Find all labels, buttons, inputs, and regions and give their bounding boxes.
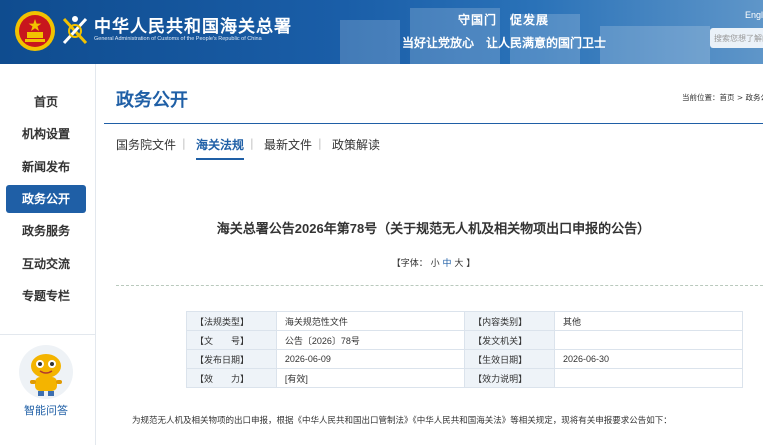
tab-latest-documents[interactable]: 最新文件 <box>264 136 312 160</box>
meta-value <box>553 330 744 350</box>
meta-key: 【效力说明】 <box>464 368 555 388</box>
document-metadata-table: 【法规类型】 海关规范性文件 【内容类别】 其他 【文 号】 公告〔2026〕7… <box>186 311 744 388</box>
table-row: 【发布日期】 2026-06-09 【生效日期】 2026-06-30 <box>186 349 744 369</box>
sidebar-item-news[interactable]: 新闻发布 <box>6 153 86 181</box>
font-size-large[interactable]: 大 <box>454 259 463 269</box>
meta-value: 2026-06-09 <box>275 349 466 369</box>
breadcrumb[interactable]: 当前位置：首页 > 政务公 <box>682 92 763 103</box>
national-emblem-icon[interactable] <box>14 10 56 52</box>
dashed-divider <box>116 285 763 286</box>
sidebar-item-government-affairs[interactable]: 政务公开 <box>6 185 86 213</box>
tab-customs-regulations[interactable]: 海关法规 <box>196 136 245 160</box>
document-body-first-line: 为规范无人机及相关物项的出口申报，根据《中华人民共和国出口管制法》《中华人民共和… <box>132 416 672 426</box>
meta-key: 【生效日期】 <box>464 349 555 369</box>
document-title: 海关总署公告2026年第78号（关于规范无人机及相关物项出口申报的公告） <box>216 221 651 236</box>
table-row: 【法规类型】 海关规范性文件 【内容类别】 其他 <box>186 311 744 331</box>
tab-separator: | <box>182 137 186 150</box>
sidebar-item-topics[interactable]: 专题专栏 <box>6 282 86 310</box>
page-title: 政务公开 <box>116 90 188 111</box>
meta-value: 其他 <box>553 311 744 331</box>
meta-key: 【内容类别】 <box>464 311 555 331</box>
meta-key: 【法规类型】 <box>186 311 277 331</box>
meta-value <box>553 368 744 388</box>
slogan-line2: 当好让党放心 让人民满意的国门卫士 <box>402 36 607 50</box>
tab-separator: | <box>318 137 322 150</box>
meta-value: 海关规范性文件 <box>275 311 466 331</box>
tab-state-council-documents[interactable]: 国务院文件 <box>116 136 176 160</box>
site-header: 中华人民共和国海关总署 General Administration of Cu… <box>0 0 763 64</box>
meta-value: 2026-06-30 <box>553 349 744 369</box>
org-name-cn[interactable]: 中华人民共和国海关总署 <box>94 12 292 37</box>
sidebar: 首页 机构设置 新闻发布 政务公开 政务服务 互动交流 专题专栏 智能问答 <box>0 64 96 445</box>
assistant-mascot-icon[interactable] <box>18 344 74 400</box>
font-size-small[interactable]: 小 <box>431 259 440 269</box>
meta-key: 【发文机关】 <box>464 330 555 350</box>
sidebar-item-home[interactable]: 首页 <box>6 88 86 116</box>
sidebar-item-interaction[interactable]: 互动交流 <box>6 250 86 278</box>
meta-value: [有效] <box>275 368 466 388</box>
font-size-prefix: 【字体： <box>391 259 428 269</box>
font-size-suffix: 】 <box>466 259 476 269</box>
sidebar-divider <box>0 334 96 335</box>
assistant-label[interactable]: 智能问答 <box>0 402 92 418</box>
sidebar-item-organization[interactable]: 机构设置 <box>6 120 86 148</box>
meta-key: 【效 力】 <box>186 368 277 388</box>
search-input[interactable]: 搜索您想了解的 <box>710 28 763 48</box>
table-row: 【效 力】 [有效] 【效力说明】 <box>186 368 744 388</box>
title-divider <box>104 123 763 124</box>
building-silhouette <box>340 8 710 64</box>
tab-separator: | <box>250 137 254 150</box>
language-link[interactable]: Engl <box>745 10 763 20</box>
tab-policy-interpretation[interactable]: 政策解读 <box>332 136 380 160</box>
meta-value: 公告〔2026〕78号 <box>275 330 466 350</box>
sidebar-item-services[interactable]: 政务服务 <box>6 217 86 245</box>
customs-logo-icon[interactable] <box>60 13 90 47</box>
font-size-selector: 【字体： 小 中 大 】 <box>104 256 763 269</box>
meta-key: 【文 号】 <box>186 330 277 350</box>
meta-key: 【发布日期】 <box>186 349 277 369</box>
org-name-en: General Administration of Customs of the… <box>94 36 262 42</box>
font-size-medium[interactable]: 中 <box>442 259 451 269</box>
table-row: 【文 号】 公告〔2026〕78号 【发文机关】 <box>186 330 744 350</box>
slogan-line1: 守国门 促发展 <box>458 13 550 27</box>
